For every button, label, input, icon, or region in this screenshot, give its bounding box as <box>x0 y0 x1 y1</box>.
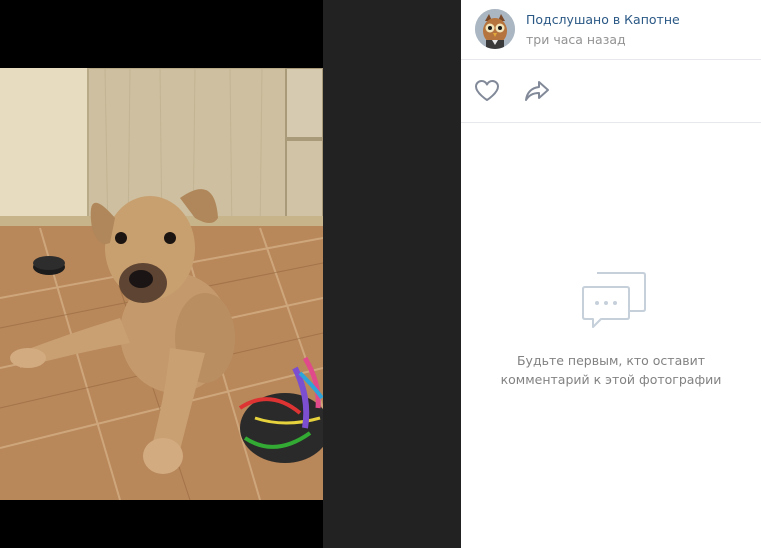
post-timestamp[interactable]: три часа назад <box>526 32 626 47</box>
post-header: Подслушано в Капотне три часа назад <box>461 0 761 60</box>
photo[interactable] <box>0 68 323 500</box>
comments-empty-line-1: Будьте первым, кто оставит <box>516 353 706 368</box>
photo-sidebar: Подслушано в Капотне три часа назад Будь… <box>461 0 761 548</box>
photo-frame <box>0 0 323 548</box>
comments-empty-line-2: комментарий к этой фотографии <box>500 372 722 387</box>
post-actions-bar <box>461 60 761 123</box>
comments-empty-state: Будьте первым, кто оставит комментарий к… <box>461 123 761 548</box>
puppy-photo <box>0 68 323 500</box>
heart-icon[interactable] <box>474 79 500 103</box>
avatar[interactable] <box>475 9 515 49</box>
photo-viewer <box>0 0 461 548</box>
share-arrow-icon[interactable] <box>524 79 550 103</box>
group-name-link[interactable]: Подслушано в Капотне <box>526 12 680 27</box>
comments-bubble-icon <box>581 271 647 331</box>
comments-empty-message: Будьте первым, кто оставит комментарий к… <box>461 351 761 389</box>
owl-avatar-icon <box>475 9 515 49</box>
